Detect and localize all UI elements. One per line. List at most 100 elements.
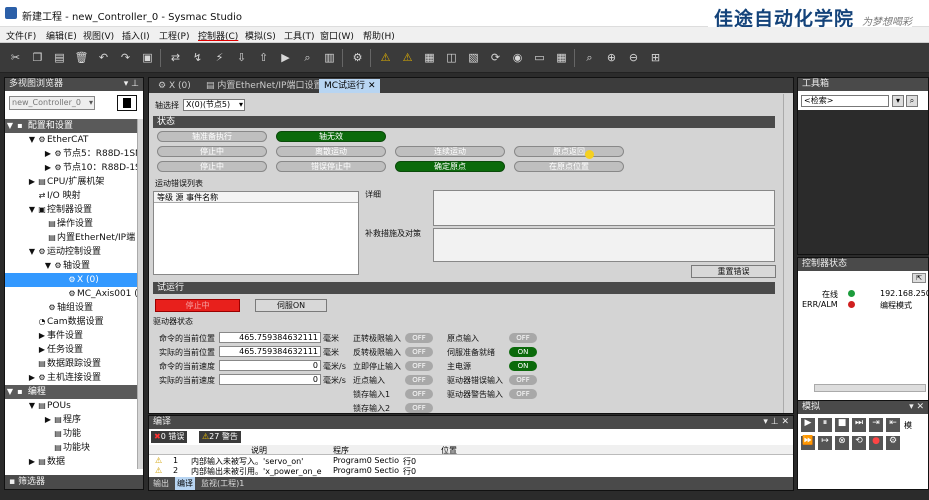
tree-mc-axis001[interactable]: ⚙MC_Axis001 ( — [5, 287, 138, 301]
offline-icon[interactable]: ↯ — [190, 50, 205, 65]
zoom-out-icon[interactable]: ⊖ — [626, 50, 641, 65]
step-over-icon[interactable]: ⇥ — [869, 418, 883, 432]
editor-scrollbar[interactable] — [783, 94, 793, 413]
paste-icon[interactable]: ▤ — [52, 50, 67, 65]
error-list-table[interactable]: 等级 源 事件名称 — [153, 191, 359, 275]
menu-help[interactable]: 帮助(H) — [363, 29, 395, 42]
tab-build[interactable]: 编译 — [175, 477, 195, 490]
table-row[interactable]: ⚠ 2 内部输出未被引用。'x_power_on_e Program0 Sect… — [149, 466, 793, 476]
tree-programs[interactable]: ▶ ▤程序 — [5, 413, 138, 427]
build-icon[interactable]: ⚙ — [350, 50, 365, 65]
tree-pous[interactable]: ▼ ▤POUs — [5, 399, 138, 413]
menu-file[interactable]: 文件(F) — [6, 29, 36, 42]
tree-host-connection[interactable]: ▶ ⚙主机连接设置 — [5, 371, 138, 385]
menu-window[interactable]: 窗口(W) — [320, 29, 354, 42]
error-count-toggle[interactable]: ✖0 错误 — [151, 431, 188, 443]
search-icon[interactable]: ⌕ — [906, 95, 918, 107]
tab-ethernet-ip[interactable]: ▤ 内置EtherNet/IP端口设置 — [201, 79, 327, 93]
warning-count-toggle[interactable]: ⚠27 警告 — [199, 431, 241, 443]
menu-tools[interactable]: 工具(T) — [284, 29, 315, 42]
menu-simulation[interactable]: 模拟(S) — [245, 29, 276, 42]
filter-bar[interactable]: ▪ 筛选器 — [5, 475, 143, 489]
tree-controller-settings[interactable]: ▼ ▣控制器设置 — [5, 203, 138, 217]
pause-icon[interactable]: ⏸ — [818, 418, 832, 432]
tree-io-map[interactable]: ⇄ I/O 映射 — [5, 189, 138, 203]
io-icon[interactable]: ▦ — [422, 50, 437, 65]
menu-project[interactable]: 工程(P) — [159, 29, 189, 42]
tree-config-settings[interactable]: ▼ ▪ 配置和设置 — [5, 119, 138, 133]
tree-motion-settings[interactable]: ▼ ⚙运动控制设置 — [5, 245, 138, 259]
stop-icon[interactable]: ■ — [835, 418, 849, 432]
step-icon[interactable]: ⏭ — [852, 418, 866, 432]
monitor-icon[interactable]: ◫ — [444, 50, 459, 65]
tab-axis-x0[interactable]: ⚙ X (0) — [153, 79, 196, 93]
tree-programming[interactable]: ▼ ▪ 编程 — [5, 385, 138, 399]
jump-icon[interactable]: ↦ — [818, 436, 832, 450]
reset-error-button[interactable]: 重置错误 — [691, 265, 776, 278]
transfer-to-icon[interactable]: ⇩ — [234, 50, 249, 65]
tree-functions[interactable]: ▤功能 — [5, 427, 138, 441]
tree-axis-group[interactable]: ⚙轴组设置 — [5, 301, 138, 315]
pin-icon[interactable]: ▾ ⊥ ✕ — [763, 416, 789, 429]
menu-edit[interactable]: 编辑(E) — [46, 29, 77, 42]
toolbox-search-input[interactable]: <检索> — [801, 95, 889, 107]
reset-icon[interactable]: ⟲ — [852, 436, 866, 450]
tab-output[interactable]: 输出 — [153, 478, 169, 489]
synchronize-icon[interactable]: ⚡ — [212, 50, 227, 65]
tree-axis-x0[interactable]: ⚙X (0) — [5, 273, 138, 287]
menu-view[interactable]: 视图(V) — [83, 29, 114, 42]
pin-icon[interactable]: ▾ ⊥ — [124, 78, 139, 91]
play-icon[interactable]: ▶ — [801, 418, 815, 432]
tree-data-trace[interactable]: ▤数据跟踪设置 — [5, 357, 138, 371]
settings-icon[interactable]: ⚙ — [886, 436, 900, 450]
close-icon[interactable]: ✕ — [368, 81, 376, 91]
zoom-in-icon[interactable]: ⊕ — [604, 50, 619, 65]
run-mode-icon[interactable]: ▶ — [278, 50, 293, 65]
layout-icon[interactable]: ▧ — [466, 50, 481, 65]
tree-function-blocks[interactable]: ▤功能块 — [5, 441, 138, 455]
cut-icon[interactable]: ✂ — [8, 50, 23, 65]
tab-mc-trial-run[interactable]: MC试运行 ✕ — [319, 79, 381, 93]
warning-icon[interactable]: ⚠ — [400, 50, 415, 65]
tree-operation-settings[interactable]: ▤操作设置 — [5, 217, 138, 231]
step-out-icon[interactable]: ⇤ — [886, 418, 900, 432]
controller-select[interactable]: new_Controller_0 ▾ — [9, 96, 95, 110]
chevron-down-icon[interactable]: ▾ — [892, 95, 904, 107]
tab-watch[interactable]: 监视(工程)1 — [201, 478, 244, 489]
delete-icon[interactable]: 🗑 — [74, 50, 89, 65]
run-to-icon[interactable]: ⏩ — [801, 436, 815, 450]
tree-cam-data[interactable]: ◔ Cam数据设置 — [5, 315, 138, 329]
book-icon[interactable]: ▥ — [322, 50, 337, 65]
menu-controller[interactable]: 控制器(C) — [198, 29, 238, 42]
tree-cpu-rack[interactable]: ▶ ▤CPU/扩展机架 — [5, 175, 138, 189]
tree-task-settings[interactable]: ▶ 任务设置 — [5, 343, 138, 357]
menu-insert[interactable]: 插入(I) — [122, 29, 150, 42]
tree-ethercat[interactable]: ▼ ⚙EtherCAT — [5, 133, 138, 147]
transfer-from-icon[interactable]: ⇧ — [256, 50, 271, 65]
warning-icon[interactable]: ⚠ — [378, 50, 393, 65]
horizontal-scrollbar[interactable] — [814, 384, 926, 392]
explorer-scrollbar[interactable] — [137, 119, 143, 469]
tree-data[interactable]: ▶ ▤数据 — [5, 455, 138, 469]
grid-icon[interactable]: ▦ — [554, 50, 569, 65]
window-icon[interactable]: ▭ — [532, 50, 547, 65]
servo-on-button[interactable]: 伺服ON — [255, 299, 327, 312]
binoculars-icon[interactable]: ⌕ — [300, 50, 315, 65]
undo-icon[interactable]: ↶ — [96, 50, 111, 65]
breakpoint-icon[interactable]: ● — [869, 436, 883, 450]
close-icon[interactable]: ▾ ✕ — [909, 401, 924, 414]
reset-icon[interactable]: ⟳ — [488, 50, 503, 65]
expand-icon[interactable]: ⇱ — [912, 273, 926, 283]
tree-axis-settings[interactable]: ▼ ⚙轴设置 — [5, 259, 138, 273]
table-row[interactable]: ⚠ 1 内部输入未被写入。'servo_on' Program0 Sectio … — [149, 456, 793, 466]
zoom-icon[interactable]: ⌕ — [582, 50, 597, 65]
tree-node10[interactable]: ▶ ⚙节点10：R88D-1S — [5, 161, 141, 175]
simulation-icon[interactable]: ◉ — [510, 50, 525, 65]
axis-select[interactable]: X(0)(节点5) ▾ — [183, 99, 245, 111]
tree-event-settings[interactable]: ▶ 事件设置 — [5, 329, 138, 343]
compile-icon[interactable]: ▣ — [140, 50, 155, 65]
copy-icon[interactable]: ❐ — [30, 50, 45, 65]
break-icon[interactable]: ⊗ — [835, 436, 849, 450]
tree-node5[interactable]: ▶ ⚙节点5：R88D-1SN — [5, 147, 142, 161]
redo-icon[interactable]: ↷ — [118, 50, 133, 65]
